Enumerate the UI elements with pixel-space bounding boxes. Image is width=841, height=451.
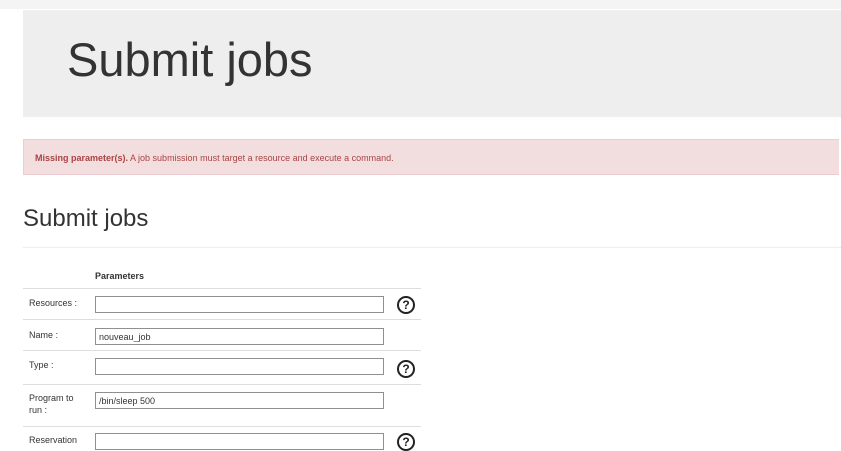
reservation-help-icon[interactable]: ?	[397, 433, 415, 451]
name-label: Name :	[29, 330, 59, 340]
top-navbar-edge	[0, 0, 841, 9]
row-program: Program to run :	[23, 384, 421, 426]
error-alert: Missing parameter(s). A job submission m…	[23, 139, 839, 175]
resources-help-icon[interactable]: ?	[397, 296, 415, 314]
resources-input[interactable]	[95, 296, 384, 313]
type-input[interactable]	[95, 358, 384, 375]
resources-label: Resources :	[29, 298, 78, 308]
type-label: Type :	[29, 360, 54, 370]
name-input[interactable]	[95, 328, 384, 345]
program-label: Program to run :	[29, 393, 74, 415]
reservation-input[interactable]	[95, 433, 384, 450]
row-name: Name :	[23, 319, 421, 350]
row-type: Type : ?	[23, 350, 421, 384]
parameters-column-header: Parameters	[95, 271, 145, 281]
type-help-icon[interactable]: ?	[397, 360, 415, 378]
program-input[interactable]	[95, 392, 384, 409]
jumbotron: Submit jobs	[23, 10, 841, 117]
alert-message: A job submission must target a resource …	[128, 153, 394, 163]
row-reservation: Reservation ?	[23, 426, 421, 451]
alert-strong-text: Missing parameter(s).	[35, 153, 129, 163]
section-title: Submit jobs	[23, 205, 149, 232]
row-resources: Resources : ?	[23, 288, 421, 319]
jumbotron-title: Submit jobs	[67, 33, 313, 86]
page-header: Submit jobs	[23, 204, 841, 248]
reservation-label: Reservation	[29, 435, 78, 445]
